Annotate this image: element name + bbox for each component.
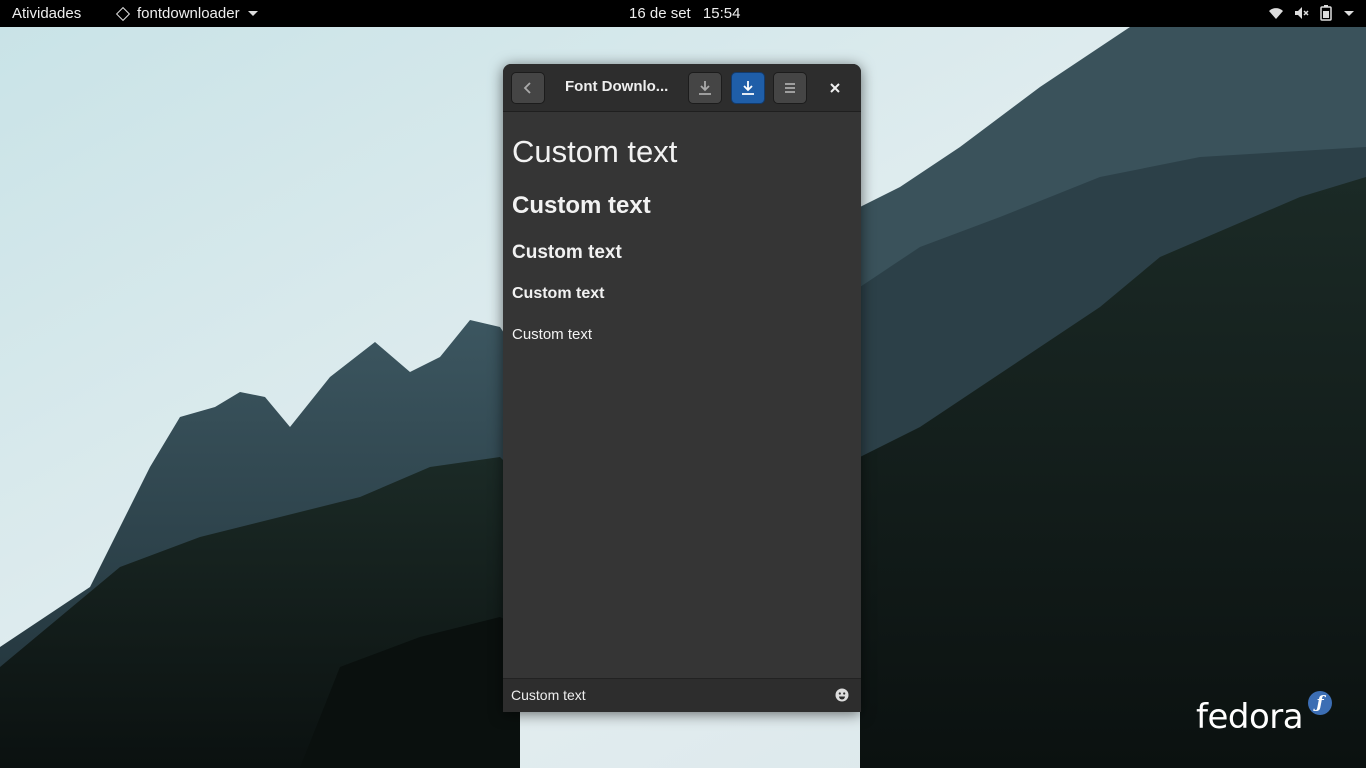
window-title: Font Downlo... — [565, 78, 669, 95]
activities-button[interactable]: Atividades — [12, 5, 81, 22]
download-button[interactable] — [688, 72, 722, 104]
install-button[interactable] — [731, 72, 765, 104]
download-icon — [742, 81, 754, 95]
fedora-logo: fedora — [1196, 697, 1304, 737]
date-label: 16 de set — [629, 5, 691, 22]
time-label: 15:54 — [702, 5, 741, 22]
volume-muted-icon — [1295, 7, 1309, 19]
fedora-badge-icon: ƒ — [1308, 691, 1332, 715]
back-button[interactable] — [511, 72, 545, 104]
top-bar: Atividades fontdownloader 16 de set 15:5… — [0, 0, 1366, 27]
app-menu-button[interactable]: fontdownloader — [115, 5, 258, 22]
emoji-icon[interactable] — [835, 688, 849, 702]
close-button[interactable] — [824, 77, 846, 99]
wifi-icon — [1269, 8, 1283, 19]
custom-text-entry[interactable] — [503, 678, 861, 712]
download-icon — [699, 81, 711, 95]
app-menu-label: fontdownloader — [137, 5, 240, 22]
chevron-down-icon — [247, 11, 258, 16]
chevron-left-icon — [523, 82, 531, 94]
header-bar: Font Downlo... — [503, 64, 861, 112]
font-downloader-window: Font Downlo... Custom text Custom text C… — [503, 64, 861, 712]
close-icon — [830, 83, 840, 93]
preview-text-medium: Custom text — [512, 242, 622, 263]
battery-icon — [1320, 5, 1332, 21]
clock-button[interactable]: 16 de set 15:54 — [629, 5, 740, 22]
hamburger-menu-icon — [785, 83, 795, 93]
preview-text-small: Custom text — [512, 285, 605, 302]
app-icon — [115, 6, 131, 21]
preview-text-regular: Custom text — [512, 326, 593, 343]
preview-text-large: Custom text — [512, 192, 651, 219]
custom-text-input[interactable] — [511, 684, 823, 706]
preview-text-xlarge: Custom text — [512, 134, 678, 169]
main-menu-button[interactable] — [773, 72, 807, 104]
system-status-menu[interactable] — [1268, 5, 1354, 21]
chevron-down-icon — [1344, 10, 1354, 16]
